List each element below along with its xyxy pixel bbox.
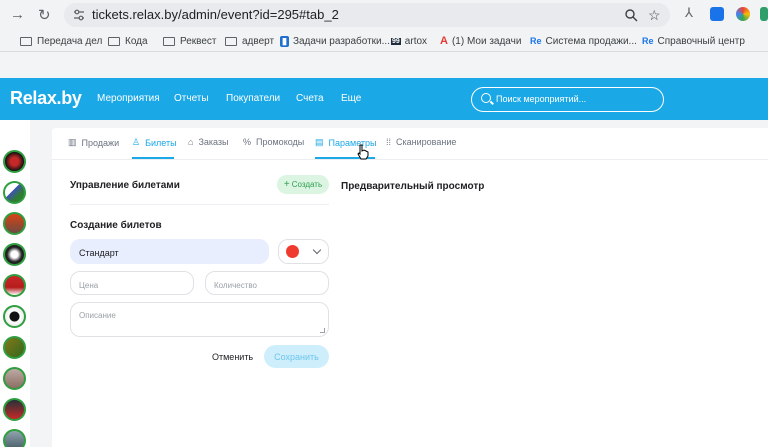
resize-handle-icon[interactable]	[320, 328, 325, 333]
event-avatar[interactable]	[3, 305, 26, 328]
address-bar[interactable]: tickets.relax.by/admin/event?id=295#tab_…	[64, 3, 670, 27]
url-text: tickets.relax.by/admin/event?id=295#tab_…	[92, 7, 339, 22]
search-icon	[481, 93, 491, 103]
tab-promocodes[interactable]: % Промокоды	[243, 137, 304, 147]
bookmark-item[interactable]: Реквест	[163, 34, 217, 48]
bookmark-item[interactable]: Re Система продажи...	[530, 34, 637, 48]
save-button[interactable]: Сохранить	[264, 345, 329, 368]
bookmark-item[interactable]: Re Справочный центр	[642, 34, 745, 48]
create-tickets-heading: Создание билетов	[70, 220, 162, 231]
download-icon[interactable]	[710, 7, 724, 21]
description-field[interactable]: Описание	[70, 302, 329, 337]
tab-bar: ▥ Продажи ♙ Билеты ⌂ Заказы % Промокоды ▤ Пар…	[52, 128, 768, 160]
re-icon: Re	[530, 36, 542, 46]
divider	[70, 204, 329, 205]
quantity-field[interactable]: Количество	[205, 271, 329, 295]
app-icon: A	[440, 35, 448, 47]
zoom-icon[interactable]	[624, 8, 638, 22]
event-avatar[interactable]	[3, 336, 26, 359]
basket-icon: ⌂	[188, 137, 194, 147]
event-avatar[interactable]	[3, 212, 26, 235]
grid-icon: ⁞⁞	[386, 137, 392, 147]
nav-buyers[interactable]: Покупатели	[226, 93, 280, 104]
event-avatar[interactable]	[3, 181, 26, 204]
search-input[interactable]: Поиск мероприятий...	[471, 87, 664, 112]
re-icon: Re	[642, 36, 654, 46]
bookmark-item[interactable]: A (1) Мои задачи	[440, 34, 521, 48]
color-picker[interactable]	[278, 239, 329, 264]
reload-icon[interactable]: ↻	[38, 6, 51, 24]
back-arrow-icon[interactable]: →	[10, 6, 25, 23]
plus-icon: +	[283, 179, 290, 190]
bookmark-item[interactable]: Кода	[108, 34, 148, 48]
hand-cursor-icon	[357, 144, 369, 160]
trello-icon: ▮	[280, 35, 289, 47]
bookmark-item[interactable]: Передача дел	[20, 34, 102, 48]
bookmark-item[interactable]: адверт	[225, 34, 274, 48]
site-settings-icon[interactable]	[72, 8, 86, 22]
tab-orders[interactable]: ⌂ Заказы	[188, 137, 229, 147]
event-avatar[interactable]	[3, 429, 26, 447]
extension-icon[interactable]: ⅄	[685, 5, 699, 20]
bookmark-item[interactable]: ▮ Задачи разработки...	[280, 34, 390, 48]
events-sidebar	[0, 120, 30, 447]
browser-toolbar: → ↻ tickets.relax.by/admin/event?id=295#…	[0, 0, 768, 30]
price-placeholder: Цена	[79, 281, 99, 290]
clipboard-icon: ▤	[315, 137, 324, 147]
folder-icon	[20, 36, 32, 46]
preview-heading: Предварительный просмотр	[341, 181, 485, 192]
app-header: Relax.by Мероприятия Отчеты Покупатели С…	[0, 78, 768, 120]
tickets-heading: Управление билетами	[70, 180, 180, 191]
tab-scanning[interactable]: ⁞⁞ Сканирование	[386, 137, 456, 147]
nav-reports[interactable]: Отчеты	[174, 93, 209, 104]
main-panel: ▥ Продажи ♙ Билеты ⌂ Заказы % Промокоды ▤ Пар…	[52, 128, 768, 447]
chrome-extension-icon[interactable]	[736, 7, 750, 21]
price-field[interactable]: Цена	[70, 271, 194, 295]
event-avatar[interactable]	[3, 150, 26, 173]
bookmark-item[interactable]: 99 artox	[391, 34, 427, 48]
nav-more[interactable]: Еще	[341, 93, 361, 104]
selected-color-swatch	[286, 245, 299, 258]
event-avatar[interactable]	[3, 243, 26, 266]
extension-icon-2[interactable]	[760, 7, 768, 21]
logo[interactable]: Relax.by	[10, 88, 82, 109]
quantity-placeholder: Количество	[214, 281, 257, 290]
event-avatar[interactable]	[3, 367, 26, 390]
active-tab-indicator	[132, 157, 174, 159]
ticket-name-value: Стандарт	[79, 248, 119, 258]
nav-invoices[interactable]: Счета	[296, 93, 324, 104]
bookmark-star-icon[interactable]: ☆	[648, 7, 661, 24]
event-avatar[interactable]	[3, 398, 26, 421]
ticket-name-field[interactable]: Стандарт	[70, 239, 269, 264]
tab-sales[interactable]: ▥ Продажи	[68, 137, 119, 148]
cancel-button[interactable]: Отменить	[212, 352, 253, 362]
artox-icon: 99	[391, 37, 401, 45]
description-placeholder: Описание	[79, 311, 116, 320]
chart-icon: ▥	[68, 137, 77, 147]
tab-tickets[interactable]: ♙ Билеты	[132, 137, 177, 148]
folder-icon	[163, 36, 175, 46]
event-avatar[interactable]	[3, 274, 26, 297]
nav-events[interactable]: Мероприятия	[97, 93, 160, 104]
percent-icon: %	[243, 137, 252, 147]
folder-icon	[108, 36, 120, 46]
folder-icon	[225, 36, 237, 46]
chevron-down-icon	[312, 245, 322, 255]
create-ticket-button[interactable]: + Создать	[277, 175, 329, 194]
search-placeholder: Поиск мероприятий...	[496, 94, 587, 104]
person-icon: ♙	[132, 137, 141, 147]
bookmarks-bar: Передача дел Кода Реквест адверт ▮ Задачи…	[0, 30, 768, 52]
